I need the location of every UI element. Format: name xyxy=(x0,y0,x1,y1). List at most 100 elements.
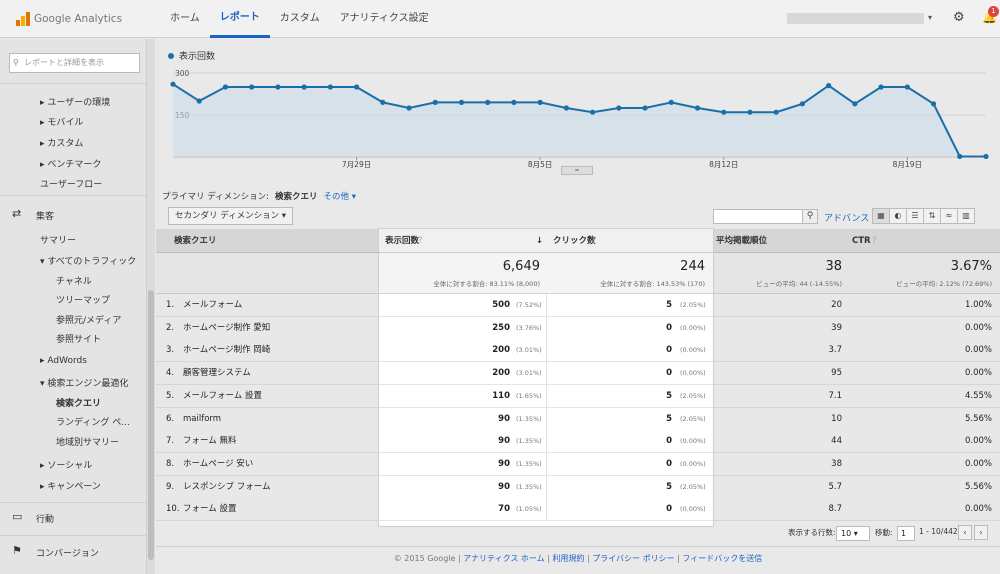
data-point[interactable] xyxy=(773,109,779,115)
data-point[interactable] xyxy=(249,84,255,90)
data-point[interactable] xyxy=(511,99,517,105)
footer-link-terms[interactable]: 利用規約 xyxy=(552,554,584,563)
data-point[interactable] xyxy=(196,98,202,104)
data-point[interactable] xyxy=(222,84,229,90)
sidebar-search-input[interactable]: ⚲ レポートと詳細を表示 xyxy=(9,53,140,73)
secondary-dimension-button[interactable]: セカンダリ ディメンション ▾ xyxy=(168,207,294,225)
column-header-query[interactable]: 検索クエリ xyxy=(174,229,217,253)
row-query-link[interactable]: 顧客管理システム xyxy=(183,362,251,384)
sidebar-item[interactable]: ツリーマップ xyxy=(56,293,110,306)
data-point[interactable] xyxy=(563,105,569,111)
data-point[interactable] xyxy=(747,109,753,115)
row-query-link[interactable]: ホームページ 安い xyxy=(183,453,253,475)
sidebar-item[interactable]: サマリー xyxy=(40,233,76,246)
section-acquisition[interactable]: 集客 xyxy=(36,209,54,222)
rows-per-page-select[interactable]: 10 ▾ xyxy=(836,526,870,541)
data-point[interactable] xyxy=(380,99,386,105)
data-point[interactable] xyxy=(458,99,465,105)
data-point[interactable] xyxy=(852,101,858,107)
data-point[interactable] xyxy=(878,84,884,90)
row-query-link[interactable]: フォーム 設置 xyxy=(183,498,236,520)
sidebar-scroll-thumb[interactable] xyxy=(148,290,154,560)
sidebar-item[interactable]: ▾ 検索エンジン最適化 xyxy=(40,376,128,389)
search-icon[interactable]: ⚲ xyxy=(802,209,818,224)
section-behavior[interactable]: 行動 xyxy=(36,512,54,525)
sidebar-item[interactable]: ▸ ベンチマーク xyxy=(40,157,101,170)
primary-dimension-value[interactable]: 検索クエリ xyxy=(275,190,318,202)
data-point[interactable] xyxy=(170,81,176,87)
data-point[interactable] xyxy=(668,99,674,105)
footer-link-privacy[interactable]: プライバシー ポリシー xyxy=(592,554,674,563)
next-page-button[interactable]: › xyxy=(974,525,988,540)
pie-view-icon[interactable]: ◐ xyxy=(889,208,907,224)
prev-page-button[interactable]: ‹ xyxy=(958,525,972,540)
section-conversion[interactable]: コンバージョン xyxy=(36,546,99,559)
sidebar-item[interactable]: チャネル xyxy=(56,274,92,287)
data-point[interactable] xyxy=(301,84,307,90)
data-point[interactable] xyxy=(694,105,701,111)
row-query-link[interactable]: メールフォーム 設置 xyxy=(183,385,262,407)
column-header-ctr[interactable]: CTR xyxy=(852,229,871,253)
sidebar-item[interactable]: ▸ モバイル xyxy=(40,115,83,128)
help-icon[interactable]: ? xyxy=(418,229,423,253)
account-selector[interactable] xyxy=(787,13,924,24)
comparison-view-icon[interactable]: ⇅ xyxy=(923,208,941,224)
row-query-link[interactable]: ホームページ制作 愛知 xyxy=(183,317,270,339)
term-cloud-icon[interactable]: ≈ xyxy=(940,208,958,224)
pivot-view-icon[interactable]: ▥ xyxy=(957,208,975,224)
sidebar-item[interactable]: ランディング ペ... xyxy=(56,415,130,428)
data-point[interactable] xyxy=(799,101,806,107)
data-point[interactable] xyxy=(930,101,937,107)
data-point[interactable] xyxy=(826,83,832,89)
sidebar-item[interactable]: ユーザーフロー xyxy=(40,177,102,190)
tab-home[interactable]: ホーム xyxy=(160,0,210,38)
data-point[interactable] xyxy=(590,109,596,115)
sidebar-item[interactable]: 参照サイト xyxy=(56,332,101,345)
sidebar-item[interactable]: ▸ ユーザーの環境 xyxy=(40,95,110,108)
data-point[interactable] xyxy=(904,84,910,90)
data-point[interactable] xyxy=(406,105,412,111)
sidebar-item[interactable]: ▸ カスタム xyxy=(40,136,83,149)
tab-admin[interactable]: アナリティクス設定 xyxy=(330,0,439,38)
goto-page-input[interactable]: 1 xyxy=(897,526,915,541)
footer-link-feedback[interactable]: フィードバックを送信 xyxy=(682,554,762,563)
data-point[interactable] xyxy=(616,105,622,111)
performance-view-icon[interactable]: ☰ xyxy=(906,208,924,224)
gear-icon[interactable]: ⚙ xyxy=(953,10,965,25)
data-point[interactable] xyxy=(721,109,727,115)
data-point[interactable] xyxy=(275,84,281,90)
data-point[interactable] xyxy=(432,99,438,105)
column-header-impressions[interactable]: 表示回数 xyxy=(385,229,419,253)
advanced-filter-link[interactable]: アドバンス xyxy=(824,211,869,224)
sidebar-item[interactable]: ▸ キャンペーン xyxy=(40,479,101,492)
row-query-link[interactable]: mailform xyxy=(183,408,221,430)
sidebar-item[interactable]: ▸ ソーシャル xyxy=(40,458,92,471)
row-query-link[interactable]: メールフォーム xyxy=(183,294,242,316)
other-dimension-dropdown[interactable]: その他 ▾ xyxy=(324,190,356,202)
row-query-link[interactable]: ホームページ制作 岡崎 xyxy=(183,339,270,361)
data-point[interactable] xyxy=(957,153,963,160)
chevron-down-icon[interactable]: ▾ xyxy=(928,13,932,22)
sidebar-item[interactable]: 参照元/メディア xyxy=(56,313,121,326)
footer-link-home[interactable]: アナリティクス ホーム xyxy=(463,554,544,563)
sort-arrow-down-icon[interactable]: ↓ xyxy=(536,229,543,253)
column-header-avg-position[interactable]: 平均掲載順位 xyxy=(716,229,767,253)
column-header-clicks[interactable]: クリック数 xyxy=(553,229,596,253)
data-point[interactable] xyxy=(353,84,360,90)
data-point[interactable] xyxy=(537,99,543,105)
data-point[interactable] xyxy=(642,105,648,111)
sidebar-item[interactable]: 検索クエリ xyxy=(56,396,101,409)
row-query-link[interactable]: フォーム 無料 xyxy=(183,430,236,452)
tab-custom[interactable]: カスタム xyxy=(270,0,330,38)
chart-resize-handle[interactable]: ═ xyxy=(561,166,593,175)
tab-reports[interactable]: レポート xyxy=(209,0,270,38)
table-view-icon[interactable]: ▦ xyxy=(872,208,890,224)
google-analytics-logo[interactable]: Google Analytics xyxy=(16,10,122,28)
data-point[interactable] xyxy=(485,99,491,105)
help-icon[interactable]: ? xyxy=(592,229,597,253)
sidebar-item[interactable]: ▾ すべてのトラフィック xyxy=(40,254,136,267)
sidebar-item[interactable]: 地域別サマリー xyxy=(56,435,119,448)
row-query-link[interactable]: レスポンシブ フォーム xyxy=(183,476,270,498)
data-point[interactable] xyxy=(983,153,989,160)
data-point[interactable] xyxy=(327,84,333,90)
